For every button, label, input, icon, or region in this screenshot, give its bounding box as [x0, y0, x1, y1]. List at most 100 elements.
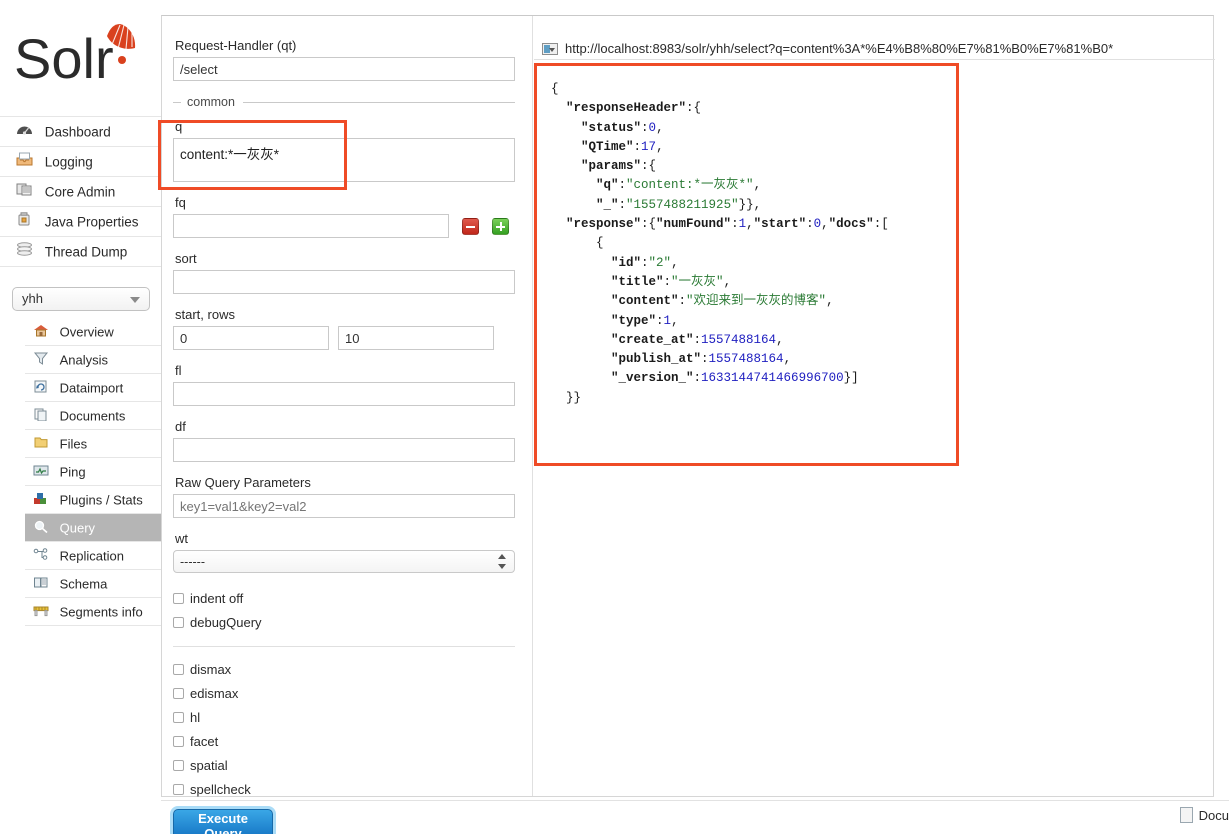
document-icon: [1180, 807, 1193, 823]
response-output-box: { "responseHeader":{ "status":0, "QTime"…: [534, 63, 959, 466]
sidebar-item-label: Replication: [60, 549, 124, 564]
add-fq-button[interactable]: [492, 218, 509, 235]
fq-group: fq: [173, 195, 532, 238]
q-input[interactable]: content:*一灰灰*: [173, 138, 515, 182]
checkbox-hl[interactable]: hl: [173, 705, 532, 729]
sidebar-item-analysis[interactable]: Analysis: [25, 346, 161, 374]
checkbox-label: debugQuery: [190, 615, 262, 630]
fl-group: fl: [173, 363, 532, 406]
wt-select[interactable]: ------: [173, 550, 515, 573]
nav-item-java-properties[interactable]: Java Properties: [0, 207, 161, 237]
q-label: q: [175, 119, 532, 134]
sidebar-item-label: Documents: [60, 409, 126, 424]
thread-dump-icon: [16, 237, 36, 267]
nav-item-core-admin[interactable]: Core Admin: [0, 177, 161, 207]
java-properties-icon: [16, 207, 36, 237]
checkbox-box[interactable]: [173, 736, 184, 747]
checkbox-box[interactable]: [173, 760, 184, 771]
raw-query-group: Raw Query Parameters: [173, 475, 532, 518]
documentation-link[interactable]: Docu: [1180, 807, 1229, 823]
raw-query-label: Raw Query Parameters: [175, 475, 532, 490]
result-url-bar[interactable]: http://localhost:8983/solr/yhh/select?q=…: [534, 38, 1215, 60]
sidebar-item-label: Ping: [60, 465, 86, 480]
common-legend-label: common: [187, 95, 235, 109]
q-group: q content:*一灰灰*: [173, 119, 532, 182]
core-selector-dropdown[interactable]: yhh: [12, 287, 150, 311]
request-handler-label: Request-Handler (qt): [175, 38, 532, 53]
checkbox-debug-query[interactable]: debugQuery: [173, 610, 532, 634]
sidebar-item-label: Plugins / Stats: [60, 493, 143, 508]
df-label: df: [175, 419, 532, 434]
request-handler-input[interactable]: [173, 57, 515, 81]
nav-label: Logging: [45, 154, 93, 169]
fl-input[interactable]: [173, 382, 515, 406]
start-input[interactable]: [173, 326, 329, 350]
checkbox-indent-off[interactable]: indent off: [173, 586, 532, 610]
sort-input[interactable]: [173, 270, 515, 294]
rows-input[interactable]: [338, 326, 494, 350]
sidebar-item-overview[interactable]: Overview: [25, 318, 161, 346]
sidebar-item-label: Query: [60, 521, 95, 536]
sidebar-item-label: Dataimport: [60, 381, 124, 396]
fq-input[interactable]: [173, 214, 449, 238]
result-pane: http://localhost:8983/solr/yhh/select?q=…: [534, 16, 1215, 796]
legend-dash-right: [243, 102, 515, 103]
dataimport-icon: [33, 375, 52, 403]
sidebar-item-query[interactable]: Query: [25, 514, 161, 542]
sidebar-item-label: Segments info: [60, 605, 143, 620]
sidebar-item-ping[interactable]: Ping: [25, 458, 161, 486]
checkbox-label: edismax: [190, 686, 238, 701]
main-navigation: Dashboard Logging Core Admin Java Proper…: [0, 116, 161, 267]
start-rows-label: start, rows: [175, 307, 532, 322]
sidebar-item-replication[interactable]: Replication: [25, 542, 161, 570]
checkbox-box[interactable]: [173, 617, 184, 628]
checkbox-box[interactable]: [173, 784, 184, 795]
checkbox-label: dismax: [190, 662, 231, 677]
checkbox-label: indent off: [190, 591, 243, 606]
raw-query-input[interactable]: [173, 494, 515, 518]
remove-fq-button[interactable]: [462, 218, 479, 235]
footer-bar: Docu: [161, 800, 1229, 834]
nav-item-thread-dump[interactable]: Thread Dump: [0, 237, 161, 267]
start-rows-row: [173, 326, 532, 350]
sidebar-item-documents[interactable]: Documents: [25, 402, 161, 430]
nav-item-logging[interactable]: Logging: [0, 147, 161, 177]
checkbox-dismax[interactable]: dismax: [173, 657, 532, 681]
dashboard-icon: [16, 117, 36, 147]
checkbox-label: spellcheck: [190, 782, 251, 797]
df-input[interactable]: [173, 438, 515, 462]
checkbox-box[interactable]: [173, 688, 184, 699]
checkbox-spatial[interactable]: spatial: [173, 753, 532, 777]
common-legend: common: [173, 95, 515, 109]
sort-label: sort: [175, 251, 532, 266]
logging-icon: [16, 147, 36, 177]
sidebar-item-segments-info[interactable]: Segments info: [25, 598, 161, 626]
sidebar-item-schema[interactable]: Schema: [25, 570, 161, 598]
fq-label: fq: [175, 195, 532, 210]
nav-label: Java Properties: [45, 214, 139, 229]
solr-logo[interactable]: Solr: [14, 18, 150, 94]
checkbox-box[interactable]: [173, 593, 184, 604]
fl-label: fl: [175, 363, 532, 378]
ping-icon: [33, 459, 52, 487]
checkbox-box[interactable]: [173, 712, 184, 723]
checkbox-box[interactable]: [173, 664, 184, 675]
nav-item-dashboard[interactable]: Dashboard: [0, 117, 161, 147]
sidebar-item-label: Files: [60, 437, 87, 452]
df-group: df: [173, 419, 532, 462]
sidebar-item-plugins-stats[interactable]: Plugins / Stats: [25, 486, 161, 514]
checkbox-label: facet: [190, 734, 218, 749]
wt-label: wt: [175, 531, 532, 546]
checkbox-facet[interactable]: facet: [173, 729, 532, 753]
documentation-label: Docu: [1199, 808, 1229, 823]
result-url-text: http://localhost:8983/solr/yhh/select?q=…: [565, 41, 1113, 56]
schema-icon: [33, 571, 52, 599]
checkbox-label: hl: [190, 710, 200, 725]
sidebar-item-files[interactable]: Files: [25, 430, 161, 458]
checkbox-edismax[interactable]: edismax: [173, 681, 532, 705]
core-navigation: Overview Analysis Dataimport Documents F…: [25, 318, 161, 626]
sidebar-item-label: Analysis: [60, 353, 108, 368]
checkbox-spellcheck[interactable]: spellcheck: [173, 777, 532, 801]
analysis-icon: [33, 347, 52, 375]
sidebar-item-dataimport[interactable]: Dataimport: [25, 374, 161, 402]
